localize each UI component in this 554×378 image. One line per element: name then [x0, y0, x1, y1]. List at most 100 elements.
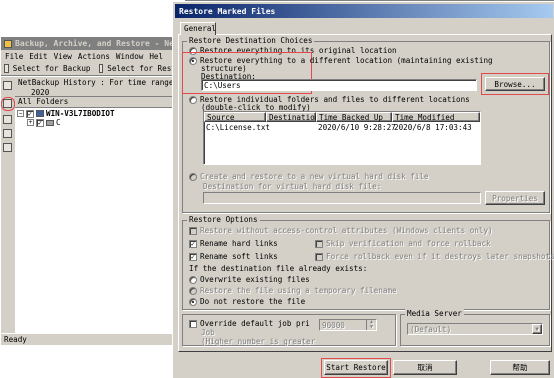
menu-file[interactable]: File [5, 52, 23, 61]
table-row[interactable]: C:\License.txt 2020/6/10 9:28:27 2020/6/… [204, 123, 480, 132]
restore-dialog: Restore Marked Files General Restore Des… [172, 1, 554, 378]
properties-button[interactable]: Properties [485, 191, 545, 205]
override-row[interactable]: Override default job pri [189, 319, 310, 328]
tree-node-drive[interactable]: + ✓ C [27, 118, 61, 127]
temp-name-radio[interactable] [189, 286, 197, 295]
tab-general[interactable]: General [180, 22, 216, 35]
menu-view[interactable]: View [54, 52, 72, 61]
computer-icon [36, 110, 44, 117]
rename-soft-checkbox[interactable]: ✓ [189, 252, 197, 261]
restore-file-table[interactable]: Source Destination Time Backed Up Time M… [203, 111, 481, 165]
activity-nav-icon[interactable] [3, 115, 12, 124]
overwrite-row[interactable]: Overwrite existing files [189, 275, 310, 284]
cell-source: C:\License.txt [206, 123, 271, 132]
chevron-down-icon[interactable]: ▼ [532, 324, 542, 334]
opt-vhd-radio[interactable] [189, 172, 197, 181]
folder-tree: − ✓ WIN-V3L7IBODIOT + ✓ C [15, 108, 185, 333]
vhd-label: Destination for virtual hard disk file: [203, 182, 382, 191]
tab-general-label: General [184, 24, 217, 33]
col-source[interactable]: Source [204, 112, 266, 122]
rename-soft-row[interactable]: ✓ Rename soft links [189, 252, 278, 261]
bar-main-window: Backup, Archive, and Restore - Net File … [0, 0, 196, 378]
properties-label: Properties [492, 193, 538, 203]
help-button[interactable]: 帮助 [490, 360, 550, 375]
destination-input[interactable]: C:\Users [201, 79, 477, 91]
start-restore-button[interactable]: Start Restore [324, 360, 388, 375]
temp-name-row[interactable]: Restore the file using a temporary filen… [189, 286, 397, 295]
select-backup-button[interactable]: Select for Backup [13, 64, 91, 73]
all-folders-label: All Folders [18, 97, 69, 106]
opt-acl-row[interactable]: Restore without access-control attribute… [189, 226, 493, 235]
no-restore-label: Do not restore the file [200, 297, 306, 306]
history-value[interactable]: 2020 [15, 88, 185, 97]
expand-icon[interactable]: − [17, 110, 24, 117]
opt-individual-radio[interactable] [189, 95, 197, 104]
rename-hard-label: Rename hard links [200, 239, 278, 248]
opt-acl-label: Restore without access-control attribute… [200, 226, 493, 235]
rename-hard-checkbox[interactable]: ✓ [189, 239, 197, 248]
col-destination[interactable]: Destination [266, 112, 319, 122]
tree-node-host[interactable]: − ✓ WIN-V3L7IBODIOT [17, 109, 115, 118]
help-nav-icon[interactable] [3, 143, 12, 152]
history-pane: NetBackup History : For time range 1970 … [15, 77, 196, 97]
col-time-modified[interactable]: Time Modified [392, 112, 480, 122]
drive-checkbox[interactable]: ✓ [36, 118, 44, 127]
menu-help[interactable]: Hel [149, 52, 163, 61]
tools-nav-icon[interactable] [3, 129, 12, 138]
rename-hard-row[interactable]: ✓ Rename hard links [189, 239, 278, 248]
menu-window[interactable]: Window [116, 52, 143, 61]
menu-actions[interactable]: Actions [78, 52, 110, 61]
help-label: 帮助 [512, 363, 528, 372]
expand-icon-drive[interactable]: + [27, 119, 34, 126]
exists-label: If the destination file already exists: [189, 264, 368, 273]
media-group-label: Media Server [405, 309, 464, 318]
dialog-title-bar[interactable]: Restore Marked Files [175, 4, 553, 18]
media-value: (Default) [410, 324, 452, 334]
skip-verify-checkbox[interactable] [315, 239, 323, 248]
job-label: Job [201, 328, 215, 337]
media-select[interactable]: (Default) ▼ [407, 323, 543, 335]
no-restore-row[interactable]: Do not restore the file [189, 297, 305, 306]
opt-different-radio[interactable] [189, 56, 197, 65]
menu-edit[interactable]: Edit [29, 52, 47, 61]
backup-icon [4, 64, 9, 73]
priority-value: 90000 [322, 320, 345, 330]
bar-title-bar[interactable]: Backup, Archive, and Restore - Net [1, 37, 185, 50]
archive-nav-icon[interactable] [3, 99, 12, 108]
host-label: WIN-V3L7IBODIOT [46, 109, 115, 118]
bar-toolbar: Select for Backup Select for Restor [1, 62, 185, 76]
vhd-input[interactable] [203, 192, 481, 204]
skip-verify-label: Skip verification and force rollback [326, 239, 491, 248]
opt-vhd-row[interactable]: Create and restore to a new virtual hard… [189, 172, 429, 181]
no-restore-radio[interactable] [189, 297, 197, 306]
host-checkbox[interactable]: ✓ [26, 109, 34, 118]
col-time-backed[interactable]: Time Backed Up [316, 112, 392, 122]
force-rollback-row[interactable]: Force rollback even if it destroys later… [315, 252, 554, 261]
force-rollback-checkbox[interactable] [315, 252, 323, 261]
override-checkbox[interactable] [189, 319, 197, 328]
dialog-title-text: Restore Marked Files [179, 6, 276, 16]
browse-button[interactable]: Browse... [485, 77, 545, 91]
browse-label: Browse... [494, 79, 536, 89]
cancel-button[interactable]: 取消 [393, 360, 457, 375]
table-header: Source Destination Time Backed Up Time M… [204, 112, 480, 122]
options-group-label: Restore Options [187, 215, 260, 224]
cell-time-backed: 2020/6/10 9:28:27 [318, 123, 396, 132]
cell-time-modified: 2020/6/8 17:03:43 [394, 123, 472, 132]
app-icon [4, 39, 12, 48]
priority-spinner[interactable]: 90000 ▲ ▼ [319, 319, 377, 331]
opt-vhd-label: Create and restore to a new virtual hard… [200, 172, 429, 181]
destination-value: C:\Users [204, 81, 241, 90]
status-text: Ready [4, 335, 27, 344]
dest-group-label: Restore Destination Choices [187, 36, 315, 45]
overwrite-radio[interactable] [189, 275, 197, 284]
restore-nav-icon[interactable] [3, 81, 12, 90]
spinner-arrows-icon[interactable]: ▲ ▼ [366, 320, 376, 330]
desktop-top [0, 0, 185, 36]
bar-status-bar: Ready [1, 333, 185, 345]
skip-verify-row[interactable]: Skip verification and force rollback [315, 239, 491, 248]
bar-menu-bar: File Edit View Actions Window Hel [1, 50, 185, 62]
bar-left-iconbar [1, 77, 15, 333]
restore-icon [98, 64, 104, 73]
opt-acl-checkbox[interactable] [189, 226, 197, 235]
